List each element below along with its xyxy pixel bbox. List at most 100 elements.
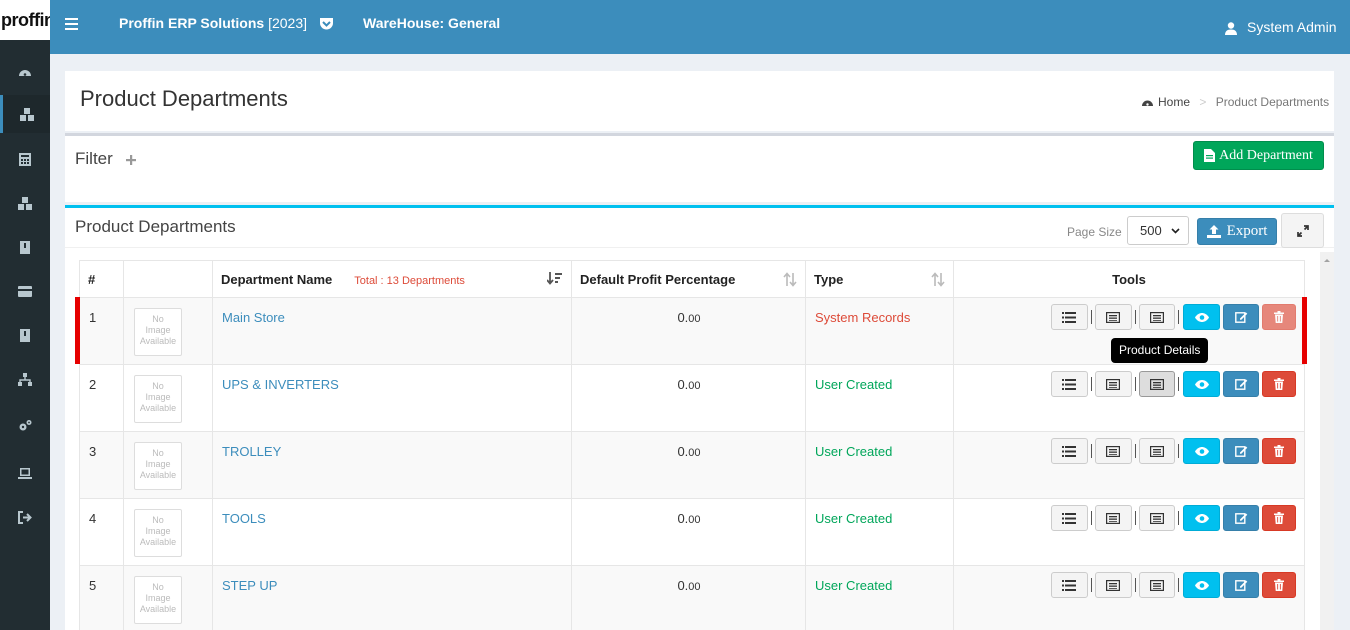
cell-num: 1 <box>79 297 124 365</box>
department-name-link[interactable]: Main Store <box>222 310 285 325</box>
sidebar-item[interactable] <box>0 228 50 266</box>
edit-button[interactable] <box>1223 371 1260 397</box>
product-details-button[interactable] <box>1138 438 1176 464</box>
department-name-link[interactable]: TROLLEY <box>222 444 281 459</box>
sidebar-item[interactable] <box>0 95 50 133</box>
delete-button[interactable] <box>1262 505 1296 531</box>
list-button[interactable] <box>1051 572 1088 598</box>
details-button[interactable] <box>1094 505 1132 531</box>
view-button[interactable] <box>1183 572 1221 598</box>
edit-button[interactable] <box>1223 438 1260 464</box>
cell-pct: 0.00 <box>571 297 806 365</box>
delete-button[interactable] <box>1262 371 1296 397</box>
product-details-button[interactable] <box>1138 371 1176 397</box>
table-row[interactable]: 3 No Image Available TROLLEY 0.00 User Created <box>79 431 1305 499</box>
chevron-down-icon <box>1171 227 1180 234</box>
details-button[interactable] <box>1094 438 1132 464</box>
edit-icon <box>1234 379 1248 390</box>
user-menu[interactable]: System Admin <box>1225 4 1336 50</box>
sidebar-item[interactable] <box>0 316 50 354</box>
export-button[interactable]: Export <box>1197 218 1277 245</box>
divider <box>1090 377 1092 391</box>
sitemap-icon <box>18 372 32 386</box>
divider <box>1090 444 1092 458</box>
delete-button[interactable] <box>1262 304 1296 330</box>
delete-button[interactable] <box>1262 438 1296 464</box>
view-button[interactable] <box>1183 371 1221 397</box>
delete-button[interactable] <box>1262 572 1296 598</box>
file-icon <box>1204 149 1216 162</box>
menu-toggle-icon[interactable] <box>65 0 79 46</box>
list-title: Product Departments <box>75 217 236 236</box>
pct-dec: 00 <box>688 581 701 593</box>
edit-button[interactable] <box>1223 304 1260 330</box>
edit-button[interactable] <box>1223 505 1260 531</box>
breadcrumb-home[interactable]: Home <box>1158 95 1190 109</box>
sidebar-item[interactable] <box>0 360 50 398</box>
no-image-placeholder: No Image Available <box>134 308 182 356</box>
product-details-button[interactable] <box>1138 572 1176 598</box>
product-details-button[interactable] <box>1138 304 1176 330</box>
table-row[interactable]: 4 No Image Available TOOLS 0.00 User Created <box>79 498 1305 566</box>
col-header-name[interactable]: Department Name Total : 13 Departments <box>212 260 572 298</box>
trash-icon <box>1274 445 1285 457</box>
no-image-text: No <box>152 515 164 525</box>
list-icon <box>1062 512 1077 524</box>
sidebar-item[interactable] <box>0 52 50 90</box>
pct-dec: 00 <box>688 380 701 392</box>
table-row[interactable]: 2 No Image Available UPS & INVERTERS 0.00 User… <box>79 364 1305 432</box>
page-size-select[interactable]: 500 <box>1127 216 1189 245</box>
sidebar-item[interactable] <box>0 498 50 536</box>
sidebar-item[interactable] <box>0 184 50 222</box>
details-button[interactable] <box>1094 304 1132 330</box>
list-button[interactable] <box>1051 438 1088 464</box>
col-header-type[interactable]: Type <box>805 260 954 298</box>
sort-icon[interactable] <box>931 272 945 287</box>
col-header-pct[interactable]: Default Profit Percentage <box>571 260 806 298</box>
cell-tools <box>953 364 1305 432</box>
cell-image: No Image Available <box>123 431 213 499</box>
view-button[interactable] <box>1183 438 1221 464</box>
department-name-link[interactable]: UPS & INVERTERS <box>222 377 339 392</box>
calculator-icon <box>19 152 31 166</box>
filter-toggle[interactable]: Filter <box>75 149 136 169</box>
app-title[interactable]: Proffin ERP Solutions [2023] <box>119 0 307 46</box>
no-image-text: No <box>152 582 164 592</box>
list-button[interactable] <box>1051 371 1088 397</box>
department-name-link[interactable]: STEP UP <box>222 578 277 593</box>
add-department-button[interactable]: Add Department <box>1193 141 1324 170</box>
app-logo[interactable]: proffin <box>0 0 50 40</box>
expand-button[interactable] <box>1281 213 1324 248</box>
sidebar-item[interactable] <box>0 454 50 492</box>
sidebar-item[interactable] <box>0 140 50 178</box>
sort-desc-icon[interactable] <box>547 272 563 287</box>
details-button[interactable] <box>1094 371 1132 397</box>
edit-button[interactable] <box>1223 572 1260 598</box>
view-button[interactable] <box>1183 304 1221 330</box>
top-navbar: Proffin ERP Solutions [2023] WareHouse: … <box>50 0 1350 54</box>
no-image-text: Image <box>145 526 171 536</box>
table-row[interactable]: 5 No Image Available STEP UP 0.00 User Created <box>79 565 1305 630</box>
product-details-button[interactable] <box>1138 505 1176 531</box>
sidebar-item[interactable] <box>0 272 50 310</box>
list-button[interactable] <box>1051 505 1088 531</box>
sidebar-item[interactable] <box>0 406 50 444</box>
sort-icon[interactable] <box>783 272 797 287</box>
scroll-up-icon[interactable] <box>1320 255 1334 265</box>
trash-icon <box>1274 512 1285 524</box>
col-header-num[interactable]: # <box>79 260 124 298</box>
product-details-icon <box>1150 445 1165 457</box>
page-size-label: Page Size <box>1067 225 1122 239</box>
list-button[interactable] <box>1051 304 1088 330</box>
view-button[interactable] <box>1183 505 1221 531</box>
row-tools <box>1051 438 1296 464</box>
cell-image: No Image Available <box>123 498 213 566</box>
departments-table: # Department Name Total : 13 Departments … <box>79 260 1305 630</box>
department-name-link[interactable]: TOOLS <box>222 511 266 526</box>
col-header-type-label: Type <box>814 271 844 287</box>
table-scrollbar[interactable] <box>1320 252 1334 630</box>
warehouse-label[interactable]: WareHouse: General <box>363 0 500 46</box>
product-details-icon <box>1150 512 1165 524</box>
pocket-icon[interactable] <box>319 0 334 46</box>
details-button[interactable] <box>1094 572 1132 598</box>
